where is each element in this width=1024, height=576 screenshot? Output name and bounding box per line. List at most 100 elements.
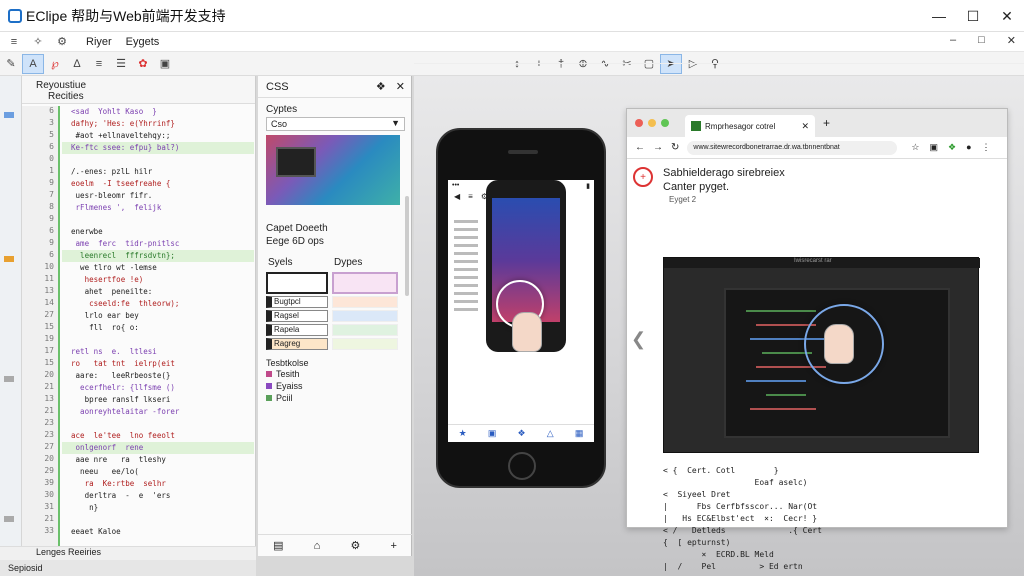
code-line[interactable]: dafhy; 'Hes: e(Yhrrinf} <box>62 118 254 130</box>
style-swatch-selected[interactable] <box>266 272 328 294</box>
legend-item[interactable]: Tesith <box>266 368 411 380</box>
browser-tab[interactable]: Rmprhesagor cotrel ✕ <box>685 115 815 137</box>
close-icon[interactable]: ✕ <box>396 80 405 93</box>
pin-icon[interactable]: ❖ <box>376 80 386 93</box>
code-line[interactable] <box>62 334 254 346</box>
code-line[interactable]: uesr-bleomr fifr. <box>62 190 254 202</box>
format-icon[interactable]: ℘ <box>44 54 66 74</box>
code-line[interactable]: bpree ranslf lkseri <box>62 394 254 406</box>
back-icon[interactable]: ← <box>635 142 645 153</box>
code-line[interactable]: rFlmenes ', felijk <box>62 202 254 214</box>
add-icon[interactable]: + <box>390 540 396 552</box>
code-line[interactable]: lrlo ear bey <box>62 310 254 322</box>
style-cell[interactable]: Ragreg <box>266 338 328 350</box>
code-line[interactable]: enerwbe <box>62 226 254 238</box>
maximize-icon[interactable]: ☐ <box>956 0 990 32</box>
code-line[interactable]: ace le'tee lno feeolt <box>62 430 254 442</box>
panel-close-icon[interactable]: ✕ <box>1007 34 1016 47</box>
star-icon[interactable]: ☆ <box>911 142 919 153</box>
editor-tab-title[interactable]: Reyoustiue <box>36 80 255 91</box>
editor-tab-subtitle[interactable]: Recities <box>48 91 255 102</box>
css-dropdown[interactable]: Cso ▼ <box>266 117 405 131</box>
legend-item[interactable]: Eyaiss <box>266 380 411 392</box>
code-line[interactable]: /.-enes: pzlL hilr <box>62 166 254 178</box>
close-dot-icon[interactable] <box>635 119 643 127</box>
panel-restore-icon[interactable]: □ <box>978 34 985 47</box>
gutter-marker[interactable] <box>4 516 14 522</box>
close-icon[interactable]: ✕ <box>990 0 1024 32</box>
fill-icon[interactable]: ▣ <box>154 54 176 74</box>
embedded-video[interactable]: Iwisrecarst rar <box>663 257 980 453</box>
wrench-icon[interactable]: ✧ <box>28 35 48 48</box>
code-line[interactable]: cseeld:fe thleorw); <box>62 298 254 310</box>
gear-icon[interactable]: ⚙ <box>350 539 360 552</box>
code-line[interactable]: hesertfoe !e) <box>62 274 254 286</box>
style-cell[interactable]: Ragsel <box>266 310 328 322</box>
phone-mockup[interactable]: ••• ▮ ◀ ≡ ⚙ ★ ▣ ❖ △ ▦ <box>436 128 606 488</box>
code-line[interactable]: <sad Yohlt Kaso } <box>62 106 254 118</box>
code-line[interactable]: n} <box>62 502 254 514</box>
menu-item-0[interactable]: Riyer <box>86 36 112 48</box>
gear-icon[interactable]: ⚙ <box>52 35 72 48</box>
style-swatch[interactable] <box>332 310 398 322</box>
code-line[interactable]: ra Ke:rtbe selhr <box>62 478 254 490</box>
code-line[interactable]: ecerfhelr: {llfsme () <box>62 382 254 394</box>
menu-icon[interactable]: ⋮ <box>982 142 991 153</box>
code-line[interactable]: ro tat tnt ielrp(eit <box>62 358 254 370</box>
code-line[interactable]: eeaet Kaloe <box>62 526 254 538</box>
book-icon[interactable]: ▤ <box>273 539 283 552</box>
palette-icon[interactable]: ✿ <box>132 54 154 74</box>
code-line[interactable]: ahet peneilte: <box>62 286 254 298</box>
code-line[interactable]: leenrecl fffrsdvtn}; <box>62 250 254 262</box>
code-line[interactable]: ame ferc tidr-pnitlsc <box>62 238 254 250</box>
new-tab-icon[interactable]: + <box>823 116 830 130</box>
sliders-icon[interactable]: ≡ <box>4 36 24 48</box>
gutter-marker[interactable] <box>4 376 14 382</box>
code-line[interactable] <box>62 418 254 430</box>
text-icon[interactable]: ≡ <box>88 54 110 74</box>
gutter-marker[interactable] <box>4 112 14 118</box>
list-icon[interactable]: ☰ <box>110 54 132 74</box>
code-line[interactable]: eoelm -I tseefreahe { <box>62 178 254 190</box>
copy-icon[interactable]: ▣ <box>488 428 497 439</box>
code-area[interactable]: <sad Yohlt Kaso } dafhy; 'Hes: e(Yhrrinf… <box>62 106 254 546</box>
tag-icon[interactable]: ❖ <box>518 428 526 439</box>
home-button[interactable] <box>508 452 536 480</box>
code-line[interactable]: #aot +ellnaveltehqy:; <box>62 130 254 142</box>
reload-icon[interactable]: ↻ <box>671 142 679 153</box>
code-editor[interactable]: Reyoustiue Recities 6 3 5 6 0 1 9 7 8 9 6 9 6 10 11 13 1… <box>22 76 256 546</box>
scrollbar[interactable] <box>405 196 409 296</box>
grid-icon[interactable]: ▦ <box>575 428 584 439</box>
code-line[interactable]: aare: leeRrbeoste(} <box>62 370 254 382</box>
style-swatch[interactable] <box>332 296 398 308</box>
code-line[interactable]: derltra - e 'ers <box>62 490 254 502</box>
code-line[interactable]: we tlro wt -lemse <box>62 262 254 274</box>
star-icon[interactable]: ★ <box>459 428 467 439</box>
panel-minimize-icon[interactable]: – <box>950 34 956 47</box>
pen-icon[interactable]: ✎ <box>0 54 22 74</box>
code-line[interactable]: retl ns e. ltlesi <box>62 346 254 358</box>
code-line[interactable]: neeu ee/lo( <box>62 466 254 478</box>
select-icon[interactable]: A <box>22 53 44 74</box>
zoom-dot-icon[interactable] <box>661 119 669 127</box>
code-line[interactable] <box>62 154 254 166</box>
forward-icon[interactable]: → <box>653 142 663 153</box>
link-icon[interactable]: ∆ <box>66 54 88 74</box>
tab-close-icon[interactable]: ✕ <box>801 121 809 132</box>
gutter-marker[interactable] <box>4 256 14 262</box>
code-line[interactable]: Ke-ftc ssee: efpu} bal?) <box>62 142 254 154</box>
code-line[interactable]: fll ro{ o: <box>62 322 254 334</box>
send-icon[interactable]: △ <box>547 428 554 439</box>
style-swatch[interactable] <box>332 338 398 350</box>
style-cell[interactable]: Bugtpcl <box>266 296 328 308</box>
code-line[interactable]: aonreyhtelaitar -forer <box>62 406 254 418</box>
url-input[interactable]: www.sitewrecordbonetrarrae.dr.wa.tbnnent… <box>687 140 898 155</box>
minimize-icon[interactable]: — <box>922 0 956 32</box>
minimize-dot-icon[interactable] <box>648 119 656 127</box>
code-line[interactable]: aae nre ra tleshy <box>62 454 254 466</box>
profile-icon[interactable]: ● <box>966 142 971 153</box>
home-icon[interactable]: ⌂ <box>314 540 321 552</box>
menu-item-1[interactable]: Eygets <box>126 36 160 48</box>
code-line[interactable] <box>62 514 254 526</box>
style-swatch-pink[interactable] <box>332 272 398 294</box>
